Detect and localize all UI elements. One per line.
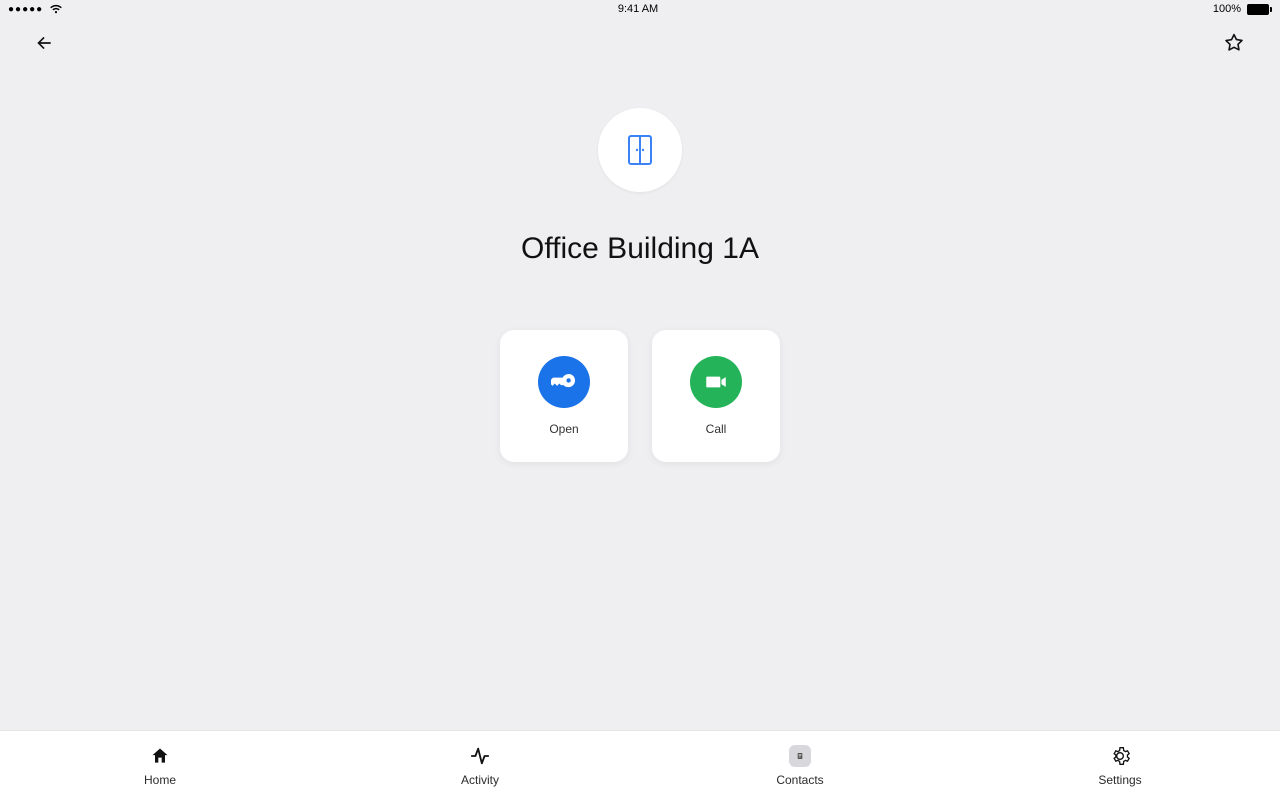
tab-bar: Home Activity Contacts Settings [0,730,1280,800]
tab-home[interactable]: Home [0,731,320,800]
door-icon [620,130,660,170]
top-nav [0,18,1280,68]
back-arrow-icon [34,33,54,53]
video-icon [703,369,729,395]
open-circle [538,356,590,408]
contacts-icon [789,745,811,767]
battery-icon [1247,4,1272,15]
favorite-button[interactable] [1218,27,1250,59]
call-button[interactable]: Call [652,330,780,462]
entity-avatar [598,108,682,192]
settings-icon [1109,745,1131,767]
open-button[interactable]: Open [500,330,628,462]
home-icon [149,745,171,767]
signal-indicator: ●●●●● [8,4,43,15]
call-label: Call [706,422,727,436]
tab-settings[interactable]: Settings [960,731,1280,800]
wifi-icon [49,4,63,14]
tab-contacts[interactable]: Contacts [640,731,960,800]
tab-activity[interactable]: Activity [320,731,640,800]
open-label: Open [549,422,578,436]
call-circle [690,356,742,408]
tab-home-label: Home [144,773,176,787]
status-bar: ●●●●● 9:41 AM 100% [0,0,1280,18]
tab-contacts-label: Contacts [776,773,823,787]
main-content: Office Building 1A Open Call [0,68,1280,730]
action-cards: Open Call [500,330,780,462]
back-button[interactable] [30,29,58,57]
status-time: 9:41 AM [618,3,658,15]
entity-title: Office Building 1A [521,232,759,266]
status-right: 100% [1213,3,1272,15]
tab-settings-label: Settings [1098,773,1141,787]
status-left: ●●●●● [8,4,63,15]
activity-icon [469,745,491,767]
battery-percentage: 100% [1213,3,1241,15]
key-icon [551,369,577,395]
tab-activity-label: Activity [461,773,499,787]
star-outline-icon [1222,31,1246,55]
